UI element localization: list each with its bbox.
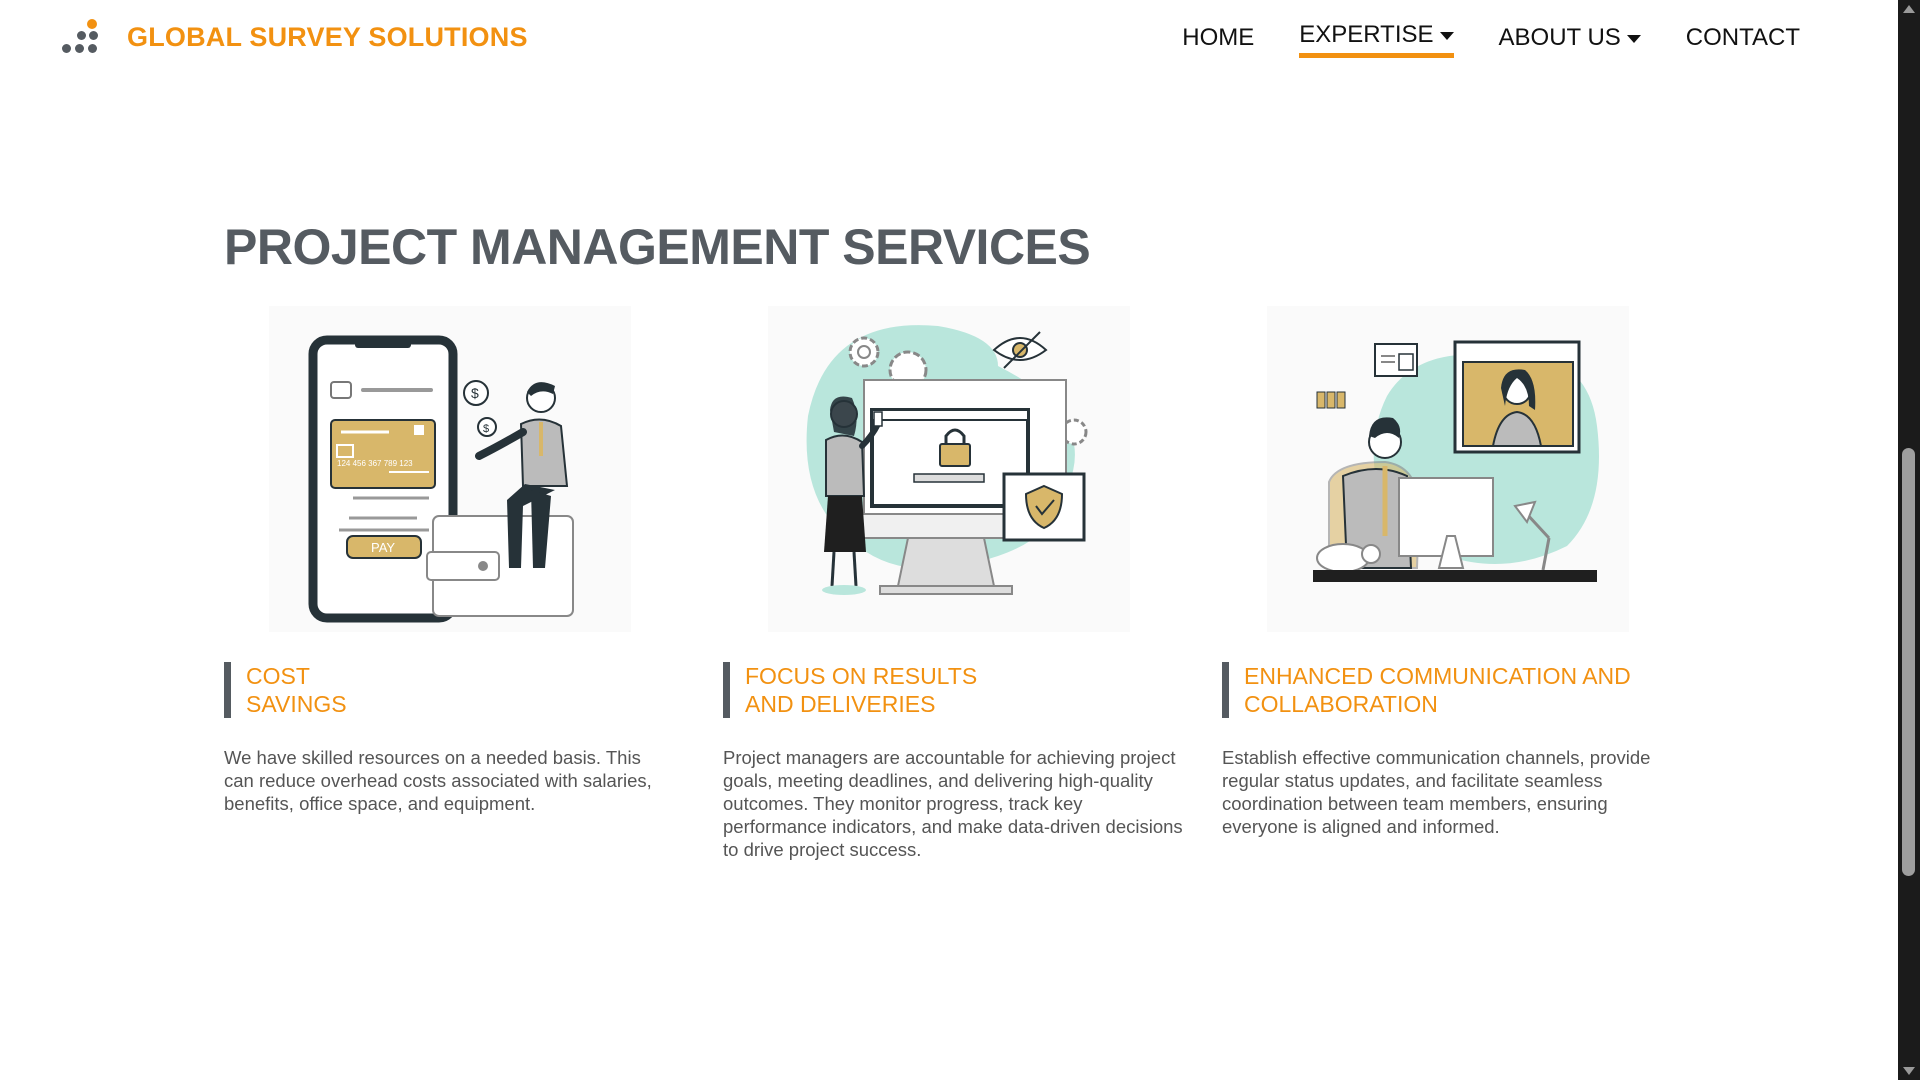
caret-down-icon: [1626, 35, 1641, 43]
card-heading-line-2: AND DELIVERIES: [745, 691, 936, 717]
brand-name[interactable]: GLOBAL SURVEY SOLUTIONS: [127, 22, 528, 53]
nav-contact-label: CONTACT: [1685, 24, 1800, 51]
card-heading: COST SAVINGS: [224, 662, 347, 718]
security-illustration-icon: [806, 325, 1088, 595]
card-heading: ENHANCED COMMUNICATION AND COLLABORATION: [1222, 662, 1631, 718]
page-title: PROJECT MANAGEMENT SERVICES: [224, 219, 1091, 275]
card-heading-line-2: SAVINGS: [246, 691, 347, 717]
card-body: We have skilled resources on a needed ba…: [224, 747, 652, 814]
illustration-video-call: [1267, 306, 1629, 632]
nav-expertise[interactable]: EXPERTISE: [1299, 21, 1454, 58]
svg-text:$: $: [471, 385, 479, 401]
scroll-thumb[interactable]: [1902, 448, 1915, 876]
payment-illustration-icon: 124 456 367 789 123 PAY $ $: [308, 335, 574, 623]
card-heading-line-2: COLLABORATION: [1244, 691, 1438, 717]
nav-home[interactable]: HOME: [1182, 24, 1254, 52]
card-heading-line-1: ENHANCED COMMUNICATION AND: [1244, 663, 1631, 689]
card-heading-line-1: COST: [246, 663, 310, 689]
main-nav: HOME EXPERTISE ABOUT US CONTACT: [1137, 21, 1800, 58]
card-body: Establish effective communication channe…: [1222, 747, 1651, 837]
scroll-down-icon[interactable]: [1903, 1067, 1915, 1075]
card-heading: FOCUS ON RESULTS AND DELIVERIES: [723, 662, 977, 718]
nav-about-label: ABOUT US: [1498, 24, 1621, 51]
video-call-illustration-icon: [1313, 340, 1599, 582]
card-heading-line-1: FOCUS ON RESULTS: [745, 663, 978, 689]
page-scrollbar[interactable]: [1898, 0, 1920, 1080]
site-header: GLOBAL SURVEY SOLUTIONS HOME EXPERTISE A…: [0, 0, 1898, 78]
logo-dots-icon[interactable]: [58, 18, 100, 58]
caret-down-icon: [1439, 32, 1454, 40]
nav-expertise-label: EXPERTISE: [1299, 21, 1434, 48]
nav-contact[interactable]: CONTACT: [1686, 24, 1800, 52]
card-body: Project managers are accountable for ach…: [723, 747, 1183, 860]
illustration-payment: 124 456 367 789 123 PAY $ $: [269, 306, 631, 632]
scroll-up-icon[interactable]: [1903, 5, 1915, 13]
card-number-text: 124 456 367 789 123: [337, 459, 413, 468]
nav-about-us[interactable]: ABOUT US: [1499, 24, 1641, 52]
illustration-security: [768, 306, 1130, 632]
nav-home-label: HOME: [1182, 24, 1255, 51]
pay-button-text: PAY: [371, 540, 395, 555]
svg-text:$: $: [483, 423, 489, 435]
